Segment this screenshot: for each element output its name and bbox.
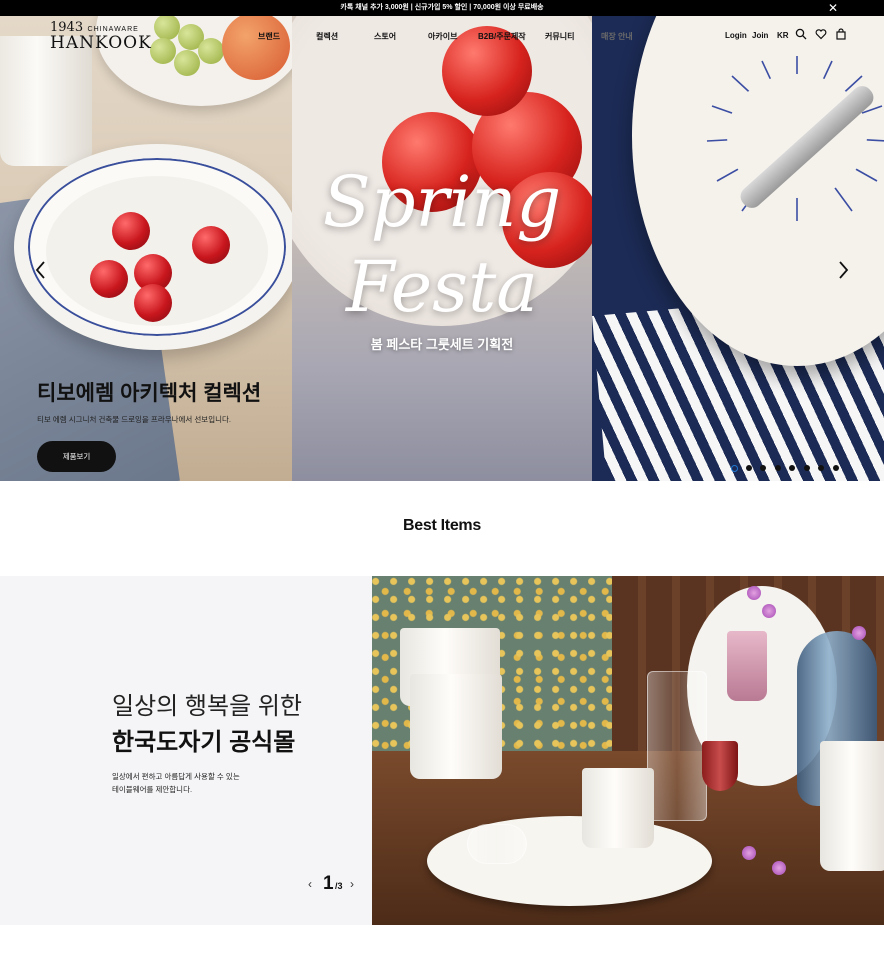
pager-next-icon[interactable]: › bbox=[350, 877, 354, 891]
hero-description: 티보 에렘 시그니처 건축물 드로잉을 프라우나에서 선보입니다. bbox=[37, 415, 231, 424]
slider-dot[interactable] bbox=[789, 465, 795, 471]
slider-dot[interactable] bbox=[745, 465, 752, 471]
nav-store-info[interactable]: 매장 안내 bbox=[601, 31, 633, 42]
spring-subtitle: 봄 페스타 그룻세트 기획전 bbox=[370, 337, 514, 352]
logo[interactable]: 1943 CHINAWARE HANKOOK bbox=[50, 18, 152, 53]
promo-line1: 일상의 행복을 위한 bbox=[112, 693, 302, 720]
view-product-button[interactable]: 제품보기 bbox=[37, 441, 116, 472]
promo-image bbox=[372, 576, 884, 925]
site-header: 1943 CHINAWARE HANKOOK 브랜드 컬렉션 스토어 아카이브 … bbox=[0, 16, 884, 56]
festa-title: Festa bbox=[346, 246, 538, 328]
slider-dot[interactable] bbox=[731, 464, 738, 472]
nav-community[interactable]: 커뮤니티 bbox=[545, 31, 574, 42]
slider-dot[interactable] bbox=[760, 465, 766, 471]
search-icon[interactable] bbox=[795, 28, 807, 40]
best-items-heading: Best Items bbox=[403, 517, 481, 534]
notice-text: 카톡 채널 추가 3,000원 | 신규가입 5% 할인 | 70,000원 이… bbox=[340, 4, 544, 11]
hero-image-architecture bbox=[0, 16, 292, 481]
pager-prev-icon[interactable]: ‹ bbox=[308, 877, 312, 891]
promo-desc-line1: 일상에서 편하고 아름답게 사용할 수 있는 bbox=[112, 772, 240, 781]
chevron-right-icon[interactable] bbox=[834, 259, 852, 281]
hero-title: 티보에렘 아키텍처 컬렉션 bbox=[37, 382, 262, 405]
nav-b2b[interactable]: B2B/주문제작 bbox=[478, 31, 526, 42]
login-link[interactable]: Login bbox=[725, 31, 747, 40]
logo-name: HANKOOK bbox=[50, 33, 152, 53]
join-link[interactable]: Join bbox=[752, 31, 768, 40]
hero-slider: Spring Festa 봄 페스타 그룻세트 기획전 티보에렘 아키텍처 컬렉… bbox=[0, 16, 884, 481]
promo-description: 일상에서 편하고 아름답게 사용할 수 있는 테이블웨어를 제안합니다. bbox=[112, 770, 332, 796]
nav-brand[interactable]: 브랜드 bbox=[258, 31, 280, 42]
promo-desc-line2: 테이블웨어를 제안합니다. bbox=[112, 785, 193, 794]
heart-icon[interactable] bbox=[815, 28, 827, 40]
hero-image-tableware bbox=[592, 16, 884, 481]
slider-dot[interactable] bbox=[818, 465, 824, 471]
slider-dot[interactable] bbox=[832, 465, 839, 471]
pager-current: 1 bbox=[323, 873, 334, 894]
nav-store[interactable]: 스토어 bbox=[374, 31, 396, 42]
nav-archive[interactable]: 아카이브 bbox=[428, 31, 457, 42]
language-selector[interactable]: KR bbox=[777, 31, 789, 40]
nav-collection[interactable]: 컬렉션 bbox=[316, 31, 338, 42]
chevron-left-icon[interactable] bbox=[32, 259, 50, 281]
slider-dot[interactable] bbox=[774, 465, 781, 471]
hero-image-spring-festa: Spring Festa 봄 페스타 그룻세트 기획전 bbox=[292, 16, 592, 481]
close-icon[interactable]: ✕ bbox=[828, 0, 838, 16]
promo-line2: 한국도자기 공식몰 bbox=[112, 729, 296, 756]
top-notice-bar: 카톡 채널 추가 3,000원 | 신규가입 5% 할인 | 70,000원 이… bbox=[0, 0, 884, 16]
logo-chinaware: CHINAWARE bbox=[87, 26, 139, 33]
slider-dot[interactable] bbox=[803, 465, 810, 471]
shopping-bag-icon[interactable] bbox=[835, 28, 847, 40]
spring-title: Spring bbox=[322, 161, 562, 243]
pager-total: /3 bbox=[335, 881, 343, 891]
